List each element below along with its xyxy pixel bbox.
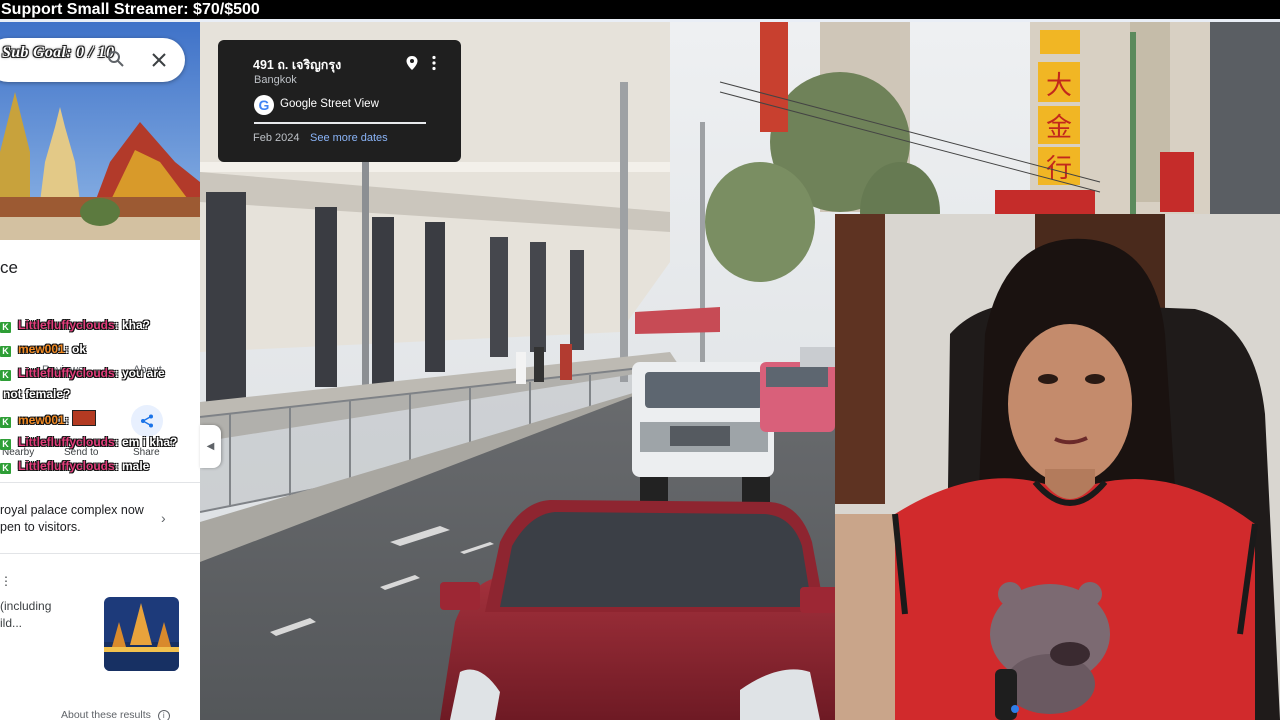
chat-message: Kmew001: ok bbox=[0, 342, 86, 357]
sign-char-2: 金 bbox=[1046, 113, 1072, 143]
more-vert-icon[interactable]: ⋮ bbox=[0, 574, 12, 588]
share-button[interactable] bbox=[131, 405, 163, 437]
wat-arun-thumbnail[interactable] bbox=[104, 597, 179, 671]
k-badge-icon: K bbox=[0, 417, 11, 428]
map-pin-icon[interactable] bbox=[405, 55, 419, 71]
place-description[interactable]: royal palace complex now pen to visitors… bbox=[0, 502, 150, 536]
provider-label: Google Street View bbox=[280, 98, 379, 110]
sign-char-1: 大 bbox=[1046, 71, 1072, 101]
streamer-webcam bbox=[835, 214, 1280, 720]
divider bbox=[0, 482, 200, 483]
maps-side-panel: ce Reviews About Nearby Send to Share ro… bbox=[0, 22, 200, 720]
search-icon[interactable] bbox=[107, 50, 125, 68]
chat-message-continued: not female? bbox=[3, 387, 71, 401]
emote-icon bbox=[71, 410, 96, 426]
chat-message: K Littlefluffyclouds: you are bbox=[0, 366, 165, 381]
donation-goal-banner: Support Small Streamer: $70/$500 bbox=[0, 0, 1280, 19]
chat-message: K Littlefluffyclouds: em i kha? bbox=[0, 435, 177, 450]
chat-message: K Littlefluffyclouds: kha? bbox=[0, 318, 150, 333]
capture-date: Feb 2024 bbox=[253, 132, 300, 144]
related-place-text[interactable]: (including ild... bbox=[0, 598, 100, 632]
share-icon bbox=[141, 414, 153, 428]
k-badge-icon: K bbox=[0, 439, 11, 450]
close-icon[interactable] bbox=[152, 53, 166, 67]
google-logo-icon: G bbox=[254, 95, 274, 115]
k-badge-icon: K bbox=[0, 346, 11, 357]
sub-goal-overlay: Sub Goal: 0 / 10 bbox=[2, 44, 115, 61]
about-results-link[interactable]: About these results i bbox=[61, 709, 170, 720]
place-title: ce bbox=[0, 258, 18, 277]
chat-message: K Littlefluffyclouds: male bbox=[0, 459, 149, 474]
shop-sign: 大 金 行 bbox=[1038, 30, 1080, 185]
chevron-left-icon: ◀ bbox=[206, 441, 215, 452]
street-view-info-card: 491 ถ. เจริญกรุง Bangkok G Google Street… bbox=[218, 40, 461, 162]
k-badge-icon: K bbox=[0, 370, 11, 381]
k-badge-icon: K bbox=[0, 322, 11, 333]
see-more-dates-link[interactable]: See more dates bbox=[310, 132, 388, 144]
chat-message: Kmew001: bbox=[0, 410, 96, 428]
info-icon: i bbox=[157, 710, 170, 720]
divider bbox=[0, 553, 200, 554]
divider bbox=[254, 122, 426, 124]
chevron-right-icon[interactable]: › bbox=[161, 510, 166, 526]
city-label: Bangkok bbox=[254, 74, 297, 86]
k-badge-icon: K bbox=[0, 463, 11, 474]
collapse-panel-button[interactable]: ◀ bbox=[200, 425, 221, 468]
address-label: 491 ถ. เจริญกรุง bbox=[253, 58, 342, 72]
more-vert-icon[interactable] bbox=[431, 55, 437, 71]
donation-goal-text: Support Small Streamer: $70/$500 bbox=[1, 1, 260, 18]
